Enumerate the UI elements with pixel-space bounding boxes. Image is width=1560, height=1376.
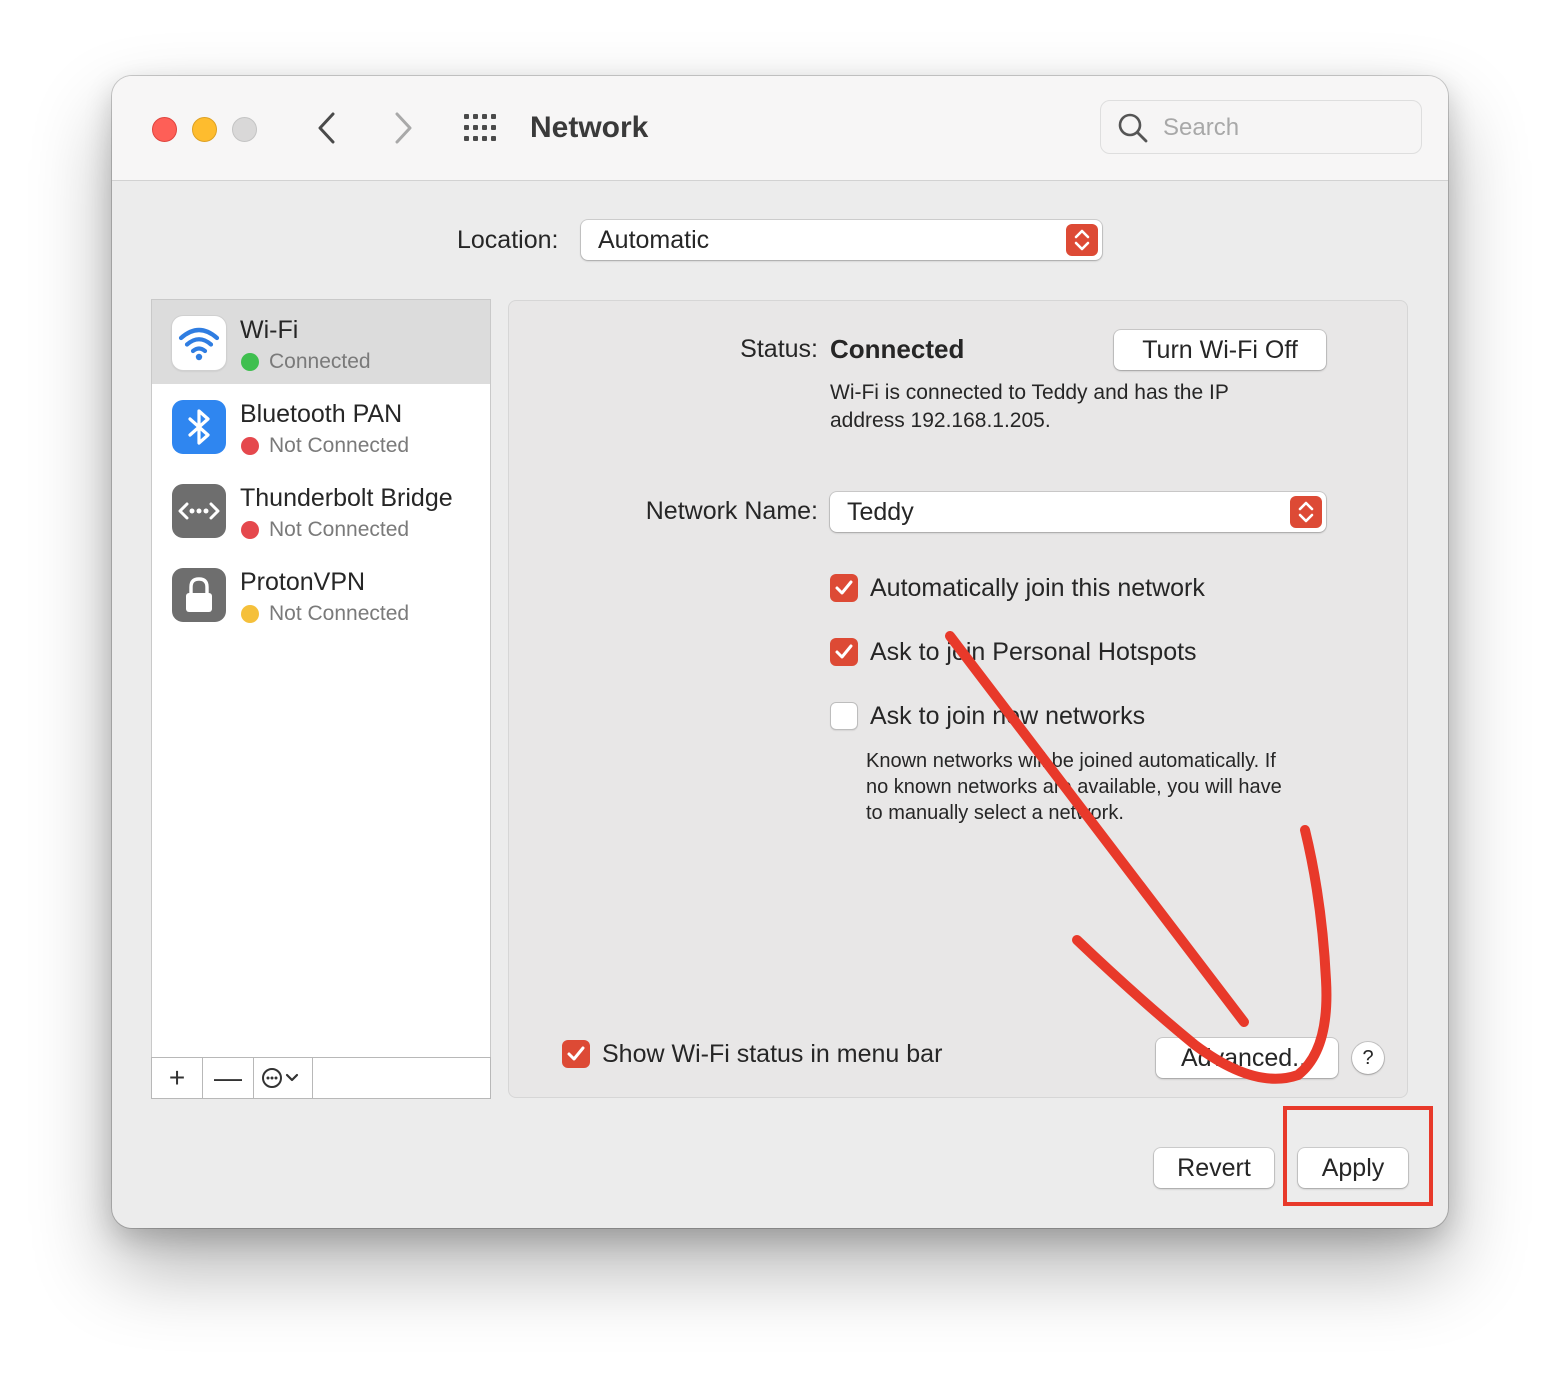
new-networks-description-line: Known networks will be joined automatica… bbox=[866, 750, 1276, 772]
bluetooth-icon bbox=[172, 400, 226, 454]
chevron-left-icon bbox=[318, 112, 335, 144]
window-toolbar: Network bbox=[112, 76, 1448, 181]
ellipsis-circle-icon bbox=[262, 1068, 299, 1088]
checkmark-icon bbox=[567, 1046, 585, 1061]
status-value: Connected bbox=[830, 334, 965, 364]
service-status: Not Connected bbox=[269, 518, 410, 541]
help-button[interactable]: ? bbox=[1352, 1042, 1384, 1074]
window-title: Network bbox=[530, 111, 649, 144]
service-status: Not Connected bbox=[269, 602, 410, 625]
close-window-button[interactable] bbox=[152, 117, 177, 142]
location-label: Location: bbox=[457, 226, 559, 254]
status-dot-yellow bbox=[241, 605, 259, 623]
search-icon bbox=[1118, 113, 1148, 143]
network-services-list: Wi-Fi Connected Bluetooth PAN Not Connec… bbox=[152, 300, 490, 1058]
auto-join-checkbox[interactable] bbox=[830, 574, 858, 602]
service-item-wifi[interactable]: Wi-Fi Connected bbox=[152, 300, 490, 384]
location-value: Automatic bbox=[598, 226, 710, 254]
show-wifi-status-checkbox[interactable] bbox=[562, 1040, 590, 1068]
revert-button[interactable]: Revert bbox=[1154, 1148, 1274, 1188]
search-input[interactable] bbox=[1161, 109, 1405, 147]
new-networks-description-line: to manually select a network. bbox=[866, 802, 1124, 824]
services-list-controls: + — bbox=[152, 1058, 490, 1098]
add-service-button[interactable]: + bbox=[152, 1058, 203, 1098]
new-networks-description-line: no known networks are available, you wil… bbox=[866, 776, 1282, 798]
auto-join-label: Automatically join this network bbox=[870, 574, 1205, 602]
service-item-bluetooth-pan[interactable]: Bluetooth PAN Not Connected bbox=[152, 384, 490, 468]
network-name-select[interactable]: Teddy bbox=[830, 492, 1326, 532]
forward-button[interactable] bbox=[382, 108, 422, 148]
network-name-label: Network Name: bbox=[645, 497, 818, 525]
advanced-button[interactable]: Advanced... bbox=[1156, 1038, 1338, 1078]
service-name: Thunderbolt Bridge bbox=[240, 484, 453, 512]
turn-wifi-off-button[interactable]: Turn Wi-Fi Off bbox=[1114, 330, 1326, 370]
network-name-value: Teddy bbox=[847, 498, 914, 526]
lock-icon bbox=[172, 568, 226, 622]
network-preferences-window: Network Location: Automatic bbox=[112, 76, 1448, 1228]
checkmark-icon bbox=[835, 644, 853, 659]
show-wifi-status-label: Show Wi-Fi status in menu bar bbox=[602, 1040, 943, 1068]
show-all-button[interactable] bbox=[462, 112, 502, 144]
service-status: Connected bbox=[269, 350, 371, 373]
service-item-thunderbolt-bridge[interactable]: Thunderbolt Bridge Not Connected bbox=[152, 468, 490, 552]
checkmark-icon bbox=[835, 580, 853, 595]
zoom-window-button[interactable] bbox=[232, 117, 257, 142]
ask-hotspots-checkbox[interactable] bbox=[830, 638, 858, 666]
service-name: Wi-Fi bbox=[240, 316, 299, 344]
minimize-window-button[interactable] bbox=[192, 117, 217, 142]
grid-icon bbox=[464, 114, 496, 141]
apply-button[interactable]: Apply bbox=[1298, 1148, 1408, 1188]
ask-hotspots-label: Ask to join Personal Hotspots bbox=[870, 638, 1197, 666]
back-button[interactable] bbox=[308, 108, 348, 148]
wifi-icon bbox=[172, 316, 226, 370]
service-status: Not Connected bbox=[269, 434, 410, 457]
status-description-line: Wi-Fi is connected to Teddy and has the … bbox=[830, 381, 1229, 404]
location-select[interactable]: Automatic bbox=[581, 220, 1102, 260]
service-name: Bluetooth PAN bbox=[240, 400, 403, 428]
chevron-right-icon bbox=[395, 112, 412, 144]
thunderbolt-bridge-icon bbox=[172, 484, 226, 538]
ask-new-networks-checkbox[interactable] bbox=[830, 702, 858, 730]
status-dot-green bbox=[241, 353, 259, 371]
status-label: Status: bbox=[740, 335, 818, 363]
popup-stepper-icon bbox=[1290, 496, 1322, 528]
ask-new-networks-label: Ask to join new networks bbox=[870, 702, 1146, 730]
status-dot-red bbox=[241, 521, 259, 539]
status-description-line: address 192.168.1.205. bbox=[830, 409, 1051, 432]
remove-service-button[interactable]: — bbox=[203, 1058, 254, 1098]
search-field[interactable] bbox=[1100, 100, 1422, 154]
action-menu-button[interactable] bbox=[254, 1058, 313, 1098]
service-item-protonvpn[interactable]: ProtonVPN Not Connected bbox=[152, 552, 490, 636]
service-name: ProtonVPN bbox=[240, 568, 366, 596]
status-dot-red bbox=[241, 437, 259, 455]
popup-stepper-icon bbox=[1066, 224, 1098, 256]
